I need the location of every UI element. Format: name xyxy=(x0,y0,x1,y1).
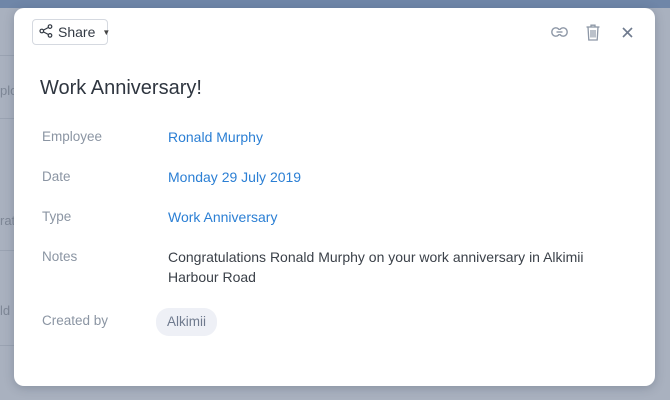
employee-link[interactable]: Ronald Murphy xyxy=(168,127,618,147)
notes-line: Harbour Road xyxy=(168,269,256,285)
creator-chip: Alkimii xyxy=(156,308,217,336)
event-detail-modal: Share ▼ Work Anniversary! Employee Ronal… xyxy=(14,8,655,386)
field-label: Employee xyxy=(42,129,103,144)
field-employee: Employee Ronald Murphy xyxy=(42,127,632,147)
notes-line: Congratulations Ronald Murphy on your wo… xyxy=(168,249,584,265)
share-button[interactable]: Share ▼ xyxy=(32,19,111,45)
share-button-label: Share xyxy=(58,24,96,40)
field-label: Type xyxy=(42,209,72,224)
field-type: Type Work Anniversary xyxy=(42,207,632,227)
field-notes: Notes Congratulations Ronald Murphy on y… xyxy=(42,247,632,287)
field-label: Date xyxy=(42,169,71,184)
background-text-fragment: ld xyxy=(0,303,11,318)
caret-down-icon: ▼ xyxy=(102,27,111,37)
date-link[interactable]: Monday 29 July 2019 xyxy=(168,167,618,187)
background-divider xyxy=(0,55,14,56)
background-app-header xyxy=(0,0,670,8)
modal-title: Work Anniversary! xyxy=(40,77,202,99)
trash-icon[interactable] xyxy=(583,20,603,44)
field-label: Created by xyxy=(42,313,109,328)
link-icon[interactable] xyxy=(549,20,569,44)
background-divider xyxy=(0,250,14,251)
notes-value: Congratulations Ronald Murphy on your wo… xyxy=(168,247,618,287)
background-divider xyxy=(0,345,14,346)
background-text-fragment: rat xyxy=(0,213,14,228)
field-label: Notes xyxy=(42,249,78,264)
type-link[interactable]: Work Anniversary xyxy=(168,207,618,227)
background-divider xyxy=(0,118,14,119)
field-created-by: Created by Alkimii xyxy=(42,308,632,336)
background-text-fragment: plo xyxy=(0,83,14,98)
close-icon[interactable] xyxy=(617,20,637,44)
share-icon xyxy=(39,23,53,41)
field-date: Date Monday 29 July 2019 xyxy=(42,167,632,187)
